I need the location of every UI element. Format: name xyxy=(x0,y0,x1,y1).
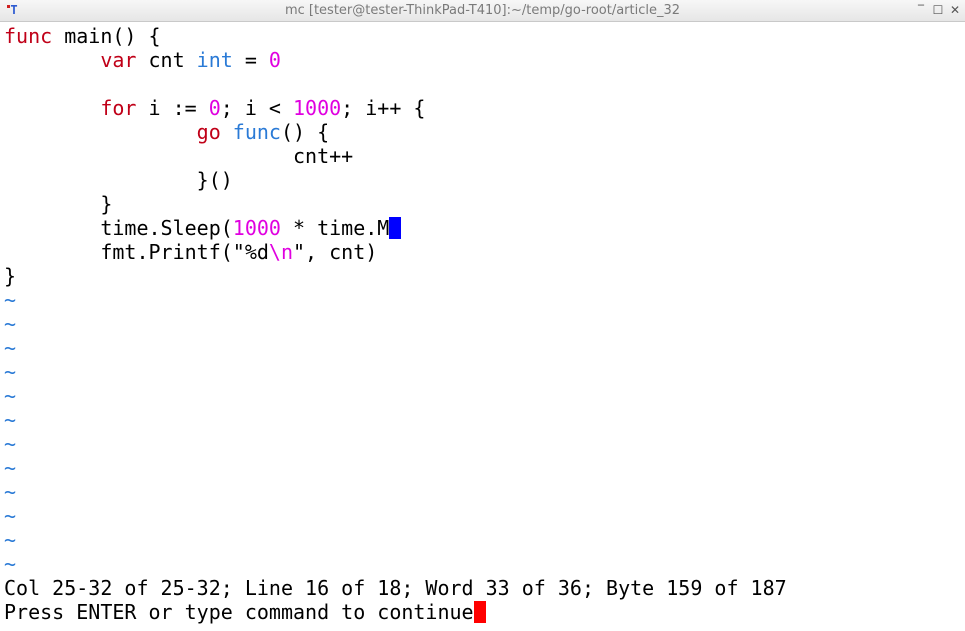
close-button[interactable]: ✕ xyxy=(948,3,962,17)
code-line: fmt.Printf("%d\n", cnt) xyxy=(4,240,377,264)
empty-line-marker: ~ xyxy=(4,504,17,528)
code-text: ; i < xyxy=(220,96,293,120)
empty-line-marker: ~ xyxy=(4,312,17,336)
prompt-text: Press ENTER or type command to continue xyxy=(4,600,474,624)
keyword-token: func xyxy=(232,120,281,144)
code-text: ; i++ { xyxy=(341,96,426,120)
command-prompt[interactable]: Press ENTER or type command to continue xyxy=(4,600,486,624)
escape-sequence: \n xyxy=(268,240,293,264)
code-line: func main() { xyxy=(4,24,161,48)
prompt-cursor xyxy=(473,601,486,623)
code-text: } xyxy=(100,192,113,216)
code-line: go func() { xyxy=(4,120,329,144)
keyword-token: go xyxy=(196,120,221,144)
code-text: fmt.Printf("%d xyxy=(100,240,269,264)
code-text: } xyxy=(4,264,17,288)
number-literal: 0 xyxy=(268,48,281,72)
code-text: cnt xyxy=(136,48,197,72)
empty-line-marker: ~ xyxy=(4,384,17,408)
empty-line-marker: ~ xyxy=(4,360,17,384)
code-line: } xyxy=(4,192,112,216)
keyword-token: for xyxy=(100,96,137,120)
minimize-button[interactable]: ‾ xyxy=(914,3,928,17)
title-bar: T mc [tester@tester-ThinkPad-T410]:~/tem… xyxy=(0,0,965,22)
maximize-button[interactable]: ☐ xyxy=(931,3,945,17)
code-text: ", cnt) xyxy=(293,240,378,264)
code-text: = xyxy=(232,48,269,72)
empty-line-marker: ~ xyxy=(4,456,17,480)
code-text: * time.M xyxy=(280,216,390,240)
code-line: for i := 0; i < 1000; i++ { xyxy=(4,96,425,120)
number-literal: 1000 xyxy=(232,216,281,240)
code-text: () { xyxy=(280,120,330,144)
type-token: int xyxy=(196,48,233,72)
code-text: cnt++ xyxy=(292,144,354,168)
empty-line-marker: ~ xyxy=(4,408,17,432)
empty-line-marker: ~ xyxy=(4,336,17,360)
code-text: time.Sleep( xyxy=(100,216,233,240)
text-cursor xyxy=(389,217,402,239)
code-line: cnt++ xyxy=(4,144,353,168)
empty-line-marker: ~ xyxy=(4,432,17,456)
empty-line-marker: ~ xyxy=(4,480,17,504)
number-literal: 1000 xyxy=(293,96,342,120)
window-title: mc [tester@tester-ThinkPad-T410]:~/temp/… xyxy=(284,3,681,18)
terminal-window: T mc [tester@tester-ThinkPad-T410]:~/tem… xyxy=(0,0,965,631)
code-text: i := xyxy=(136,96,209,120)
number-literal: 0 xyxy=(208,96,221,120)
keyword-token: var xyxy=(100,48,137,72)
code-line: } xyxy=(4,264,16,288)
keyword-token: func xyxy=(4,24,53,48)
code-line: }() xyxy=(4,168,233,192)
editor-area[interactable]: func main() { var cnt int = 0 for i := 0… xyxy=(0,24,965,631)
code-line: var cnt int = 0 xyxy=(4,48,281,72)
code-text: }() xyxy=(196,168,233,192)
empty-line-marker: ~ xyxy=(4,552,17,576)
code-line: time.Sleep(1000 * time.M xyxy=(4,216,402,240)
status-line: Col 25-32 of 25-32; Line 16 of 18; Word … xyxy=(4,576,787,600)
empty-line-marker: ~ xyxy=(4,528,17,552)
empty-line-marker: ~ xyxy=(4,288,17,312)
code-text: main() { xyxy=(52,24,161,48)
